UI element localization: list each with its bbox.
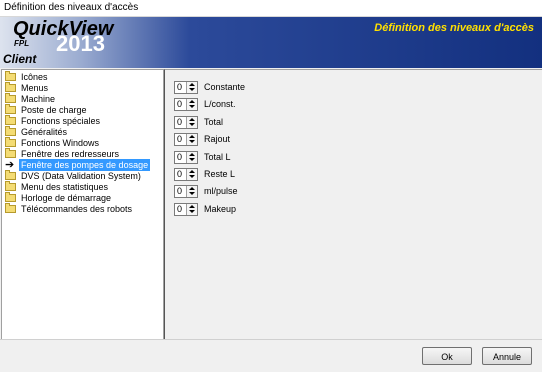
stepper-value: 0 xyxy=(177,99,183,109)
total-stepper[interactable]: 0 xyxy=(174,116,198,129)
total-l-stepper[interactable]: 0 xyxy=(174,151,198,164)
arrow-down-icon[interactable] xyxy=(189,192,195,195)
arrow-down-icon[interactable] xyxy=(189,140,195,143)
field-label: L/const. xyxy=(204,99,236,109)
folder-icon xyxy=(5,148,16,158)
banner-title: Définition des niveaux d'accès xyxy=(374,22,534,34)
stepper-buttons[interactable] xyxy=(186,152,197,163)
reste-l-stepper[interactable]: 0 xyxy=(174,168,198,181)
brand-year: 2013 xyxy=(56,31,105,56)
field-label: Rajout xyxy=(204,134,231,144)
stepper-value: 0 xyxy=(177,169,183,179)
folder-icon xyxy=(5,203,16,213)
field-label: Total L xyxy=(204,152,231,162)
stepper-buttons[interactable] xyxy=(186,99,197,110)
folder-icon xyxy=(5,170,16,180)
field-label: Constante xyxy=(204,82,246,92)
cancel-button[interactable]: Annule xyxy=(482,347,532,365)
folder-icon xyxy=(5,82,16,92)
arrow-up-icon[interactable] xyxy=(189,100,195,103)
access-tree[interactable]: Icônes Menus Machine Poste de charge Fon… xyxy=(1,69,164,340)
arrow-down-icon[interactable] xyxy=(189,158,195,161)
arrow-up-icon[interactable] xyxy=(189,170,195,173)
folder-icon xyxy=(5,115,16,125)
arrow-down-icon[interactable] xyxy=(189,175,195,178)
folder-icon xyxy=(5,192,16,202)
arrow-down-icon[interactable] xyxy=(189,210,195,213)
ok-button[interactable]: Ok xyxy=(422,347,472,365)
stepper-buttons[interactable] xyxy=(186,82,197,93)
arrow-up-icon[interactable] xyxy=(189,187,195,190)
stepper-value: 0 xyxy=(177,152,183,162)
ml-pulse-stepper[interactable]: 0 xyxy=(174,185,198,198)
arrow-up-icon[interactable] xyxy=(189,205,195,208)
rajout-stepper[interactable]: 0 xyxy=(174,133,198,146)
arrow-up-icon[interactable] xyxy=(189,118,195,121)
folder-icon xyxy=(5,137,16,147)
l-const-stepper[interactable]: 0 xyxy=(174,98,198,111)
brand-sub: FPL xyxy=(14,39,30,48)
field-label: ml/pulse xyxy=(204,186,238,196)
folder-icon xyxy=(5,93,16,103)
folder-icon xyxy=(5,126,16,136)
field-label: Reste L xyxy=(204,169,236,179)
client-label: Client xyxy=(3,52,37,66)
folder-icon xyxy=(5,71,16,81)
folder-icon xyxy=(5,104,16,114)
stepper-buttons[interactable] xyxy=(186,134,197,145)
window-title: Définition des niveaux d'accès xyxy=(4,2,139,13)
arrow-down-icon[interactable] xyxy=(189,123,195,126)
stepper-value: 0 xyxy=(177,82,183,92)
tree-item-label: Télécommandes des robots xyxy=(21,204,133,214)
stepper-buttons[interactable] xyxy=(186,117,197,128)
arrow-up-icon[interactable] xyxy=(189,153,195,156)
constante-stepper[interactable]: 0 xyxy=(174,81,198,94)
makeup-stepper[interactable]: 0 xyxy=(174,203,198,216)
stepper-buttons[interactable] xyxy=(186,204,197,215)
stepper-value: 0 xyxy=(177,117,183,127)
stepper-buttons[interactable] xyxy=(186,186,197,197)
stepper-value: 0 xyxy=(177,204,183,214)
stepper-buttons[interactable] xyxy=(186,169,197,180)
arrow-up-icon[interactable] xyxy=(189,83,195,86)
folder-icon xyxy=(5,181,16,191)
field-label: Total xyxy=(204,117,224,127)
stepper-value: 0 xyxy=(177,134,183,144)
field-label: Makeup xyxy=(204,204,237,214)
header-banner: QuickView 2013 FPL Client Définition des… xyxy=(0,17,542,68)
arrow-up-icon[interactable] xyxy=(189,135,195,138)
arrow-down-icon[interactable] xyxy=(189,105,195,108)
arrow-down-icon[interactable] xyxy=(189,88,195,91)
stepper-value: 0 xyxy=(177,186,183,196)
window-titlebar: Définition des niveaux d'accès xyxy=(0,0,542,17)
